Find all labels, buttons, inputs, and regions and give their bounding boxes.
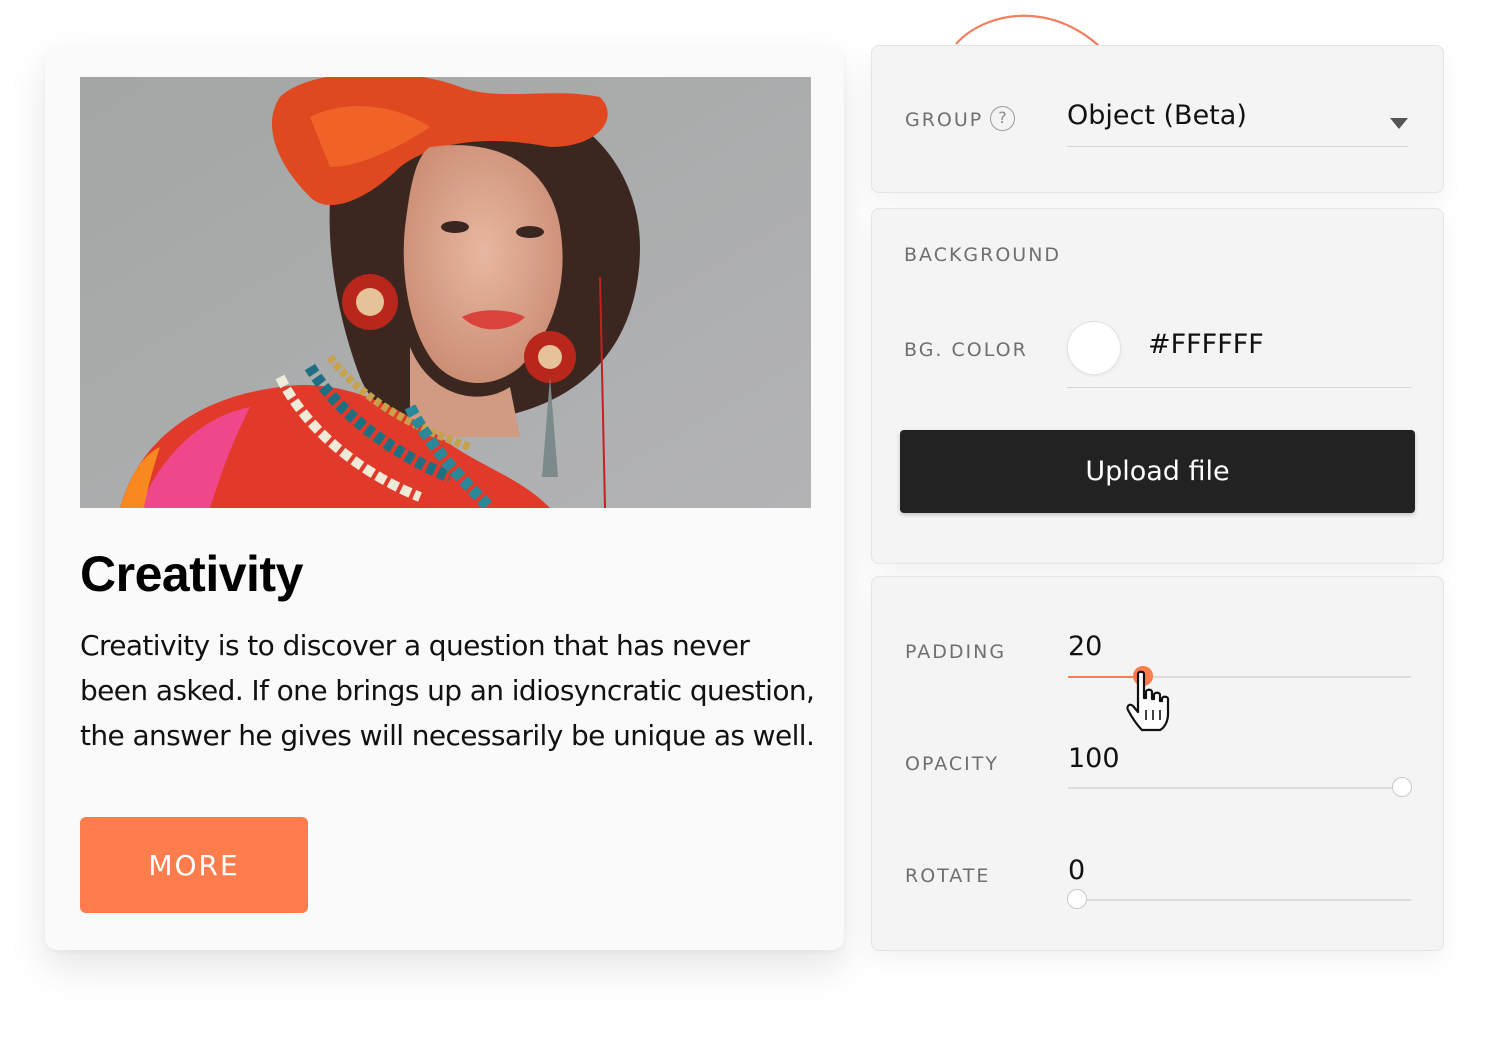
opacity-label: OPACITY xyxy=(905,753,999,775)
group-select[interactable]: Object (Beta) xyxy=(1067,96,1408,147)
background-panel: BACKGROUND BG. COLOR #FFFFFF Upload file xyxy=(871,208,1444,564)
padding-slider-fill xyxy=(1068,676,1143,678)
more-button[interactable]: MORE xyxy=(80,817,308,913)
upload-file-button[interactable]: Upload file xyxy=(900,430,1415,513)
portrait-image xyxy=(80,77,811,508)
rotate-slider[interactable] xyxy=(1067,889,1411,909)
bg-color-label: BG. COLOR xyxy=(904,339,1028,361)
chevron-down-icon xyxy=(1390,118,1408,129)
transform-panel: PADDING 20 OPACITY 100 ROTATE 0 xyxy=(871,576,1444,951)
padding-label: PADDING xyxy=(905,641,1007,663)
rotate-slider-thumb[interactable] xyxy=(1067,889,1087,909)
group-select-value: Object (Beta) xyxy=(1067,100,1247,131)
padding-slider[interactable] xyxy=(1068,666,1411,686)
opacity-value: 100 xyxy=(1068,743,1120,774)
card-title: Creativity xyxy=(80,546,303,602)
bg-color-value[interactable]: #FFFFFF xyxy=(1148,329,1264,360)
card-description: Creativity is to discover a question tha… xyxy=(80,629,815,752)
group-panel: GROUP ? Object (Beta) xyxy=(871,45,1444,193)
bg-color-swatch[interactable] xyxy=(1067,321,1121,375)
rotate-value: 0 xyxy=(1068,855,1086,886)
padding-value: 20 xyxy=(1068,631,1103,662)
group-label: GROUP xyxy=(905,109,984,131)
padding-slider-thumb[interactable] xyxy=(1133,666,1153,686)
rotate-label: ROTATE xyxy=(905,865,991,887)
opacity-slider-thumb[interactable] xyxy=(1392,777,1412,797)
help-icon[interactable]: ? xyxy=(990,106,1015,131)
background-section-label: BACKGROUND xyxy=(904,244,1062,266)
opacity-slider[interactable] xyxy=(1068,777,1412,797)
content-card: Creativity Creativity is to discover a q… xyxy=(45,45,844,950)
